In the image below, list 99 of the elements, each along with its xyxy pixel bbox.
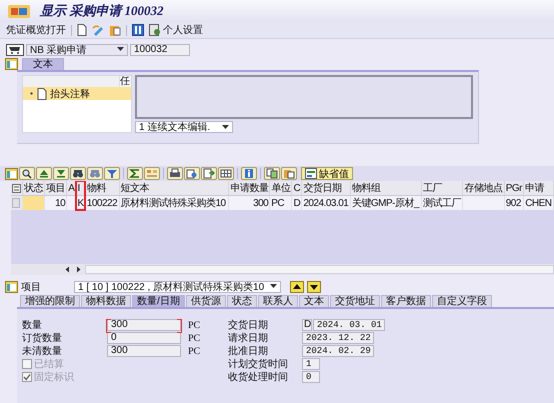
tab[interactable]: 交货地址 (330, 295, 380, 307)
column-header[interactable]: 状态 (22, 181, 44, 196)
table-cell: 300 (228, 196, 270, 210)
columns-icon[interactable] (132, 24, 144, 36)
checked-box-icon (22, 372, 32, 382)
column-header[interactable]: 申请 (524, 181, 554, 196)
caret-icon (117, 47, 124, 52)
tab[interactable]: 自定义字段 (432, 295, 492, 307)
field-label: 交货日期 (228, 318, 269, 332)
tab[interactable]: 物料数据 (81, 295, 131, 307)
field-label: 订货数量 (22, 332, 63, 345)
column-header[interactable]: 申请数量 (228, 181, 270, 196)
field-label: 收货处理时间 (228, 370, 289, 384)
defaults-icon (305, 168, 317, 179)
caret-icon (270, 284, 278, 289)
date-field[interactable]: 2024. 03. 01 (313, 319, 385, 331)
app-icon[interactable] (8, 4, 30, 18)
field-label: 请求日期 (228, 332, 269, 345)
field-label: 计划交货时间 (228, 358, 289, 371)
text-editor[interactable] (135, 75, 473, 119)
filter-icon[interactable] (104, 167, 120, 180)
panel-toggle-icon[interactable] (5, 58, 18, 70)
paste-icon[interactable] (281, 167, 297, 180)
tab[interactable]: 文本 (22, 58, 64, 70)
quantity-field[interactable]: 300 (107, 345, 181, 357)
document-type-dropdown[interactable]: NB 采购申请 (26, 44, 128, 56)
days-field[interactable]: 1 (302, 358, 320, 370)
column-header[interactable]: 工厂 (421, 181, 463, 196)
column-header: 任 (119, 76, 131, 87)
date-type-field[interactable]: D (302, 319, 312, 331)
scrollbar[interactable] (85, 265, 554, 274)
editor-mode-dropdown[interactable]: 1 连续文本编辑. (135, 121, 233, 133)
unit-label: PC (188, 346, 202, 356)
select-all-icon[interactable] (12, 184, 21, 192)
caret-icon (222, 124, 229, 130)
column-header[interactable]: 交货日期 (302, 181, 350, 196)
table-cell: 2024.03.01 (302, 196, 350, 210)
new-document-icon[interactable] (77, 24, 87, 36)
info-icon[interactable] (241, 167, 257, 180)
previous-item-icon[interactable] (290, 280, 304, 292)
settings-icon (149, 24, 161, 36)
quantity-field[interactable]: 0 (107, 332, 181, 344)
view-icon[interactable] (184, 167, 200, 180)
next-item-icon[interactable] (307, 280, 322, 292)
table-cell: 100222 (85, 196, 119, 210)
tab[interactable]: 数量/日期 (132, 295, 185, 307)
panel-toggle-icon[interactable] (5, 168, 18, 180)
tab[interactable]: 客户数据 (380, 295, 431, 307)
date-field[interactable]: 2024. 02. 29 (302, 345, 374, 357)
table-cell: CHEN (524, 196, 554, 210)
column-header[interactable]: 存储地点 (462, 181, 504, 196)
date-field[interactable]: 2023. 12. 22 (302, 332, 374, 344)
table-cell: 原材料测试特殊采购类10 (119, 196, 228, 210)
checkbox: 固定标识 (22, 370, 185, 384)
tab[interactable]: 联系人 (258, 295, 298, 307)
scroll-left-icon[interactable] (63, 265, 72, 274)
table-cell: 测试工厂 (421, 196, 463, 210)
column-header[interactable]: 物料 (85, 181, 119, 196)
empty-box-icon (22, 359, 32, 369)
defaults-button[interactable]: 缺省值 (301, 167, 353, 180)
field-label: 数量 (22, 319, 43, 332)
cart-icon (6, 44, 24, 56)
tree-item[interactable]: 抬头注释 (23, 87, 131, 100)
column-header[interactable]: 物料组 (350, 181, 422, 196)
binoculars-icon[interactable] (70, 167, 86, 180)
tab[interactable]: 增强的限制 (20, 295, 80, 307)
sum-icon[interactable] (127, 167, 143, 180)
column-header[interactable]: 项目 (44, 181, 67, 196)
sort-ascending-icon[interactable] (36, 167, 52, 180)
tree-node-icon (29, 91, 34, 96)
clipboard-icon[interactable] (109, 24, 121, 36)
layout-icon[interactable] (218, 167, 234, 180)
field-label: 未清数量 (22, 344, 63, 358)
days-field[interactable]: 0 (302, 371, 320, 383)
item-label: 项目 (21, 280, 42, 294)
field-label: 批准日期 (228, 344, 269, 358)
print-icon[interactable] (167, 167, 183, 180)
checkbox: 已结算 (22, 357, 185, 371)
tab[interactable]: 文本 (298, 295, 329, 307)
window-title: 显示 采购申请 100032 (40, 2, 164, 20)
unit-label: PC (188, 332, 202, 344)
unit-label: PC (188, 320, 202, 330)
document-number-field[interactable]: 100032 (130, 44, 190, 56)
item-dropdown[interactable]: 1 [ 10 ] 100222 , 原材料测试特殊采购类10 (74, 280, 282, 292)
column-header[interactable]: PGr (504, 181, 524, 196)
quantity-field[interactable]: 300 (107, 319, 181, 331)
table-cell: 关键GMP-原材_ (350, 196, 422, 210)
copy-icon[interactable] (264, 167, 280, 180)
sort-descending-icon[interactable] (53, 167, 69, 180)
tab[interactable]: 供货源 (186, 295, 226, 307)
settings-button[interactable]: 个人设置 (149, 23, 203, 37)
panel-toggle-icon[interactable] (5, 280, 18, 292)
export-icon[interactable] (201, 167, 217, 180)
document-icon (37, 88, 47, 100)
overview-button[interactable]: 凭证概览打开 (6, 23, 66, 37)
column-header[interactable]: 单位 (270, 181, 292, 196)
tab[interactable]: 状态 (226, 295, 257, 307)
column-header[interactable]: 短文本 (119, 181, 228, 196)
scroll-right-icon[interactable] (74, 265, 83, 274)
